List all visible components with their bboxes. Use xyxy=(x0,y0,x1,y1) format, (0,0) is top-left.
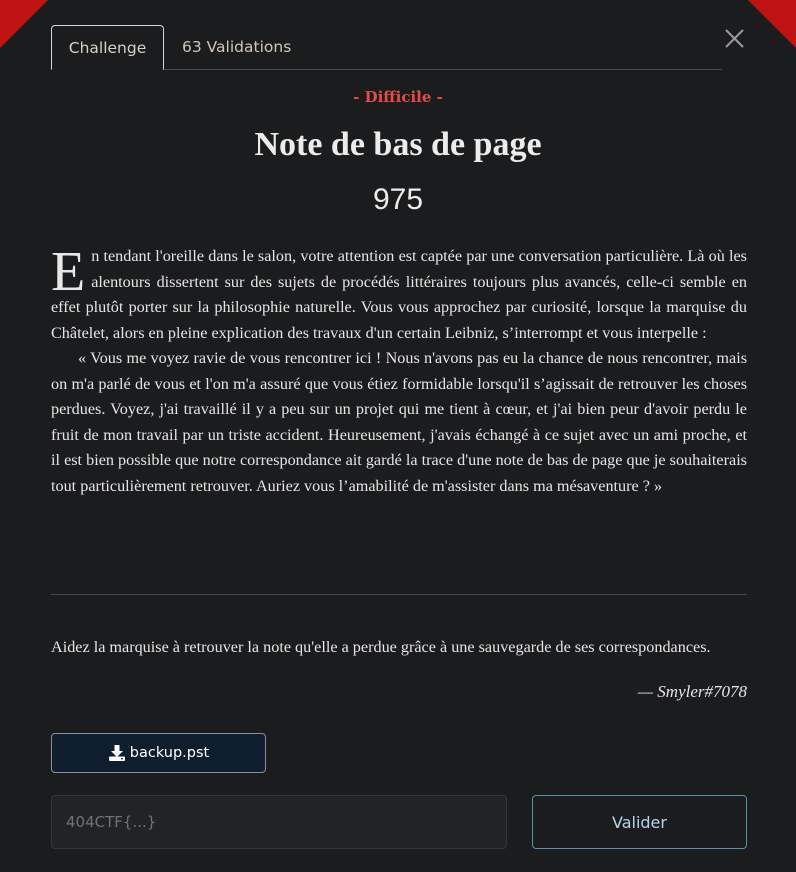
close-button[interactable] xyxy=(722,26,748,52)
description-paragraph-1: En tendant l'oreille dans le salon, votr… xyxy=(51,244,747,346)
difficulty-label: - Difficile - xyxy=(353,88,443,106)
tab-validations[interactable]: 63 Validations xyxy=(182,25,291,69)
flag-input[interactable] xyxy=(51,795,507,849)
section-divider xyxy=(51,594,747,595)
challenge-description: En tendant l'oreille dans le salon, votr… xyxy=(51,244,747,499)
challenge-task: Aidez la marquise à retrouver la note qu… xyxy=(51,638,711,656)
download-file-button[interactable]: backup.pst xyxy=(51,733,266,773)
description-paragraph-1-text: n tendant l'oreille dans le salon, votre… xyxy=(51,247,747,342)
tab-challenge[interactable]: Challenge xyxy=(51,25,164,70)
corner-ribbon-right xyxy=(748,0,796,48)
description-paragraph-2: « Vous me voyez ravie de vous rencontrer… xyxy=(51,349,747,495)
download-file-label: backup.pst xyxy=(129,745,210,761)
challenge-points: 975 xyxy=(372,183,424,216)
challenge-title: Note de bas de page xyxy=(254,126,542,163)
corner-ribbon-left xyxy=(0,0,48,48)
close-icon xyxy=(725,29,744,48)
submit-flag-button[interactable]: Valider xyxy=(532,795,747,849)
download-icon xyxy=(108,745,125,761)
drop-cap: E xyxy=(51,241,86,303)
challenge-author: — Smyler#7078 xyxy=(637,682,747,701)
tab-bar: Challenge 63 Validations xyxy=(51,25,722,70)
